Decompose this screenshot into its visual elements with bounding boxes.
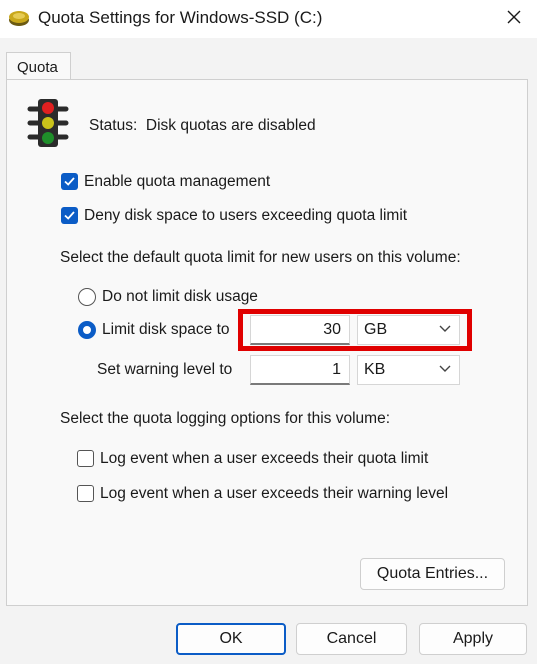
warning-value-input[interactable]: 1 [250, 355, 350, 385]
log-warning-checkbox[interactable] [77, 485, 94, 502]
title-bar: Quota Settings for Windows-SSD (C:) [0, 0, 537, 38]
checkmark-icon [64, 211, 75, 220]
warning-unit-select[interactable]: KB [357, 355, 460, 385]
status-title: Status: [89, 117, 138, 134]
quota-entries-button[interactable]: Quota Entries... [360, 558, 505, 590]
deny-space-checkbox[interactable] [61, 207, 78, 224]
warning-label: Set warning level to [97, 361, 233, 378]
status-label: Status: Disk quotas are disabled [89, 117, 316, 135]
no-limit-label[interactable]: Do not limit disk usage [102, 288, 258, 306]
highlight-box [238, 309, 472, 351]
window-title: Quota Settings for Windows-SSD (C:) [38, 8, 323, 27]
apply-button[interactable]: Apply [419, 623, 527, 655]
logging-heading: Select the quota logging options for thi… [60, 410, 391, 427]
close-icon [507, 10, 521, 24]
chevron-down-icon [439, 365, 451, 372]
warning-unit-value: KB [364, 361, 386, 378]
drive-icon [9, 11, 29, 26]
limit-radio[interactable] [78, 321, 96, 339]
limit-label[interactable]: Limit disk space to [102, 321, 230, 339]
default-limit-heading: Select the default quota limit for new u… [60, 249, 461, 266]
close-button[interactable] [491, 0, 537, 34]
enable-quota-label[interactable]: Enable quota management [84, 173, 270, 191]
no-limit-radio[interactable] [78, 288, 96, 306]
ok-button[interactable]: OK [176, 623, 286, 655]
log-quota-checkbox[interactable] [77, 450, 94, 467]
checkmark-icon [64, 177, 75, 186]
traffic-light-icon [27, 99, 69, 147]
log-warning-label[interactable]: Log event when a user exceeds their warn… [100, 485, 448, 503]
tab-quota[interactable]: Quota [6, 52, 71, 80]
status-text: Disk quotas are disabled [145, 117, 316, 134]
deny-space-label[interactable]: Deny disk space to users exceeding quota… [84, 207, 407, 225]
log-quota-label[interactable]: Log event when a user exceeds their quot… [100, 450, 428, 468]
cancel-button[interactable]: Cancel [296, 623, 407, 655]
enable-quota-checkbox[interactable] [61, 173, 78, 190]
